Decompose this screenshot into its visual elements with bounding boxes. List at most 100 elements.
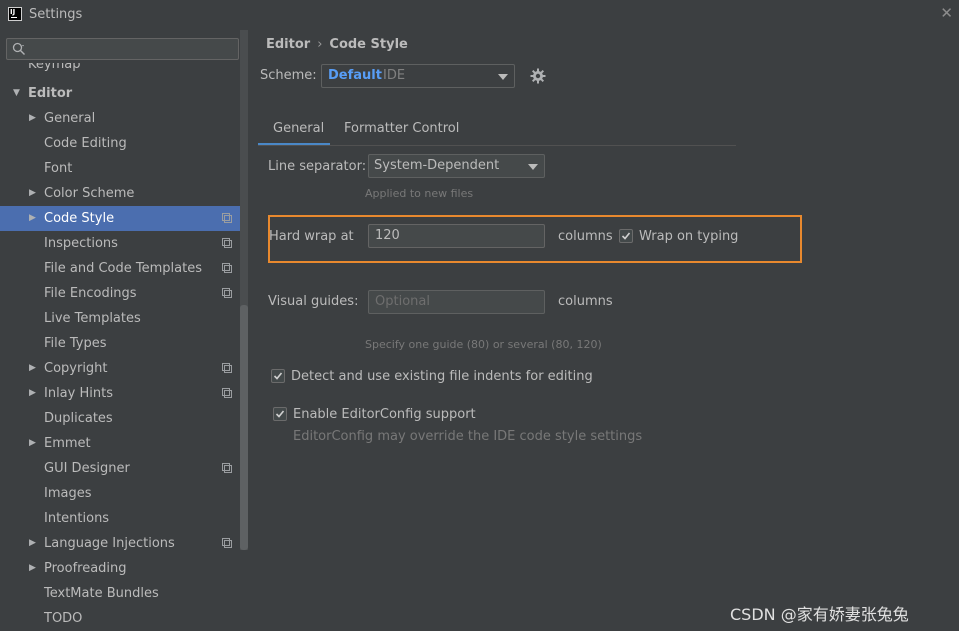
scheme-name: Default [328, 68, 382, 83]
line-separator-dropdown[interactable]: System-Dependent [368, 154, 545, 178]
sidebar-item-general[interactable]: ▶ General [0, 106, 240, 131]
wrap-on-typing-label[interactable]: Wrap on typing [639, 229, 738, 244]
sidebar-item-label: TextMate Bundles [44, 586, 159, 601]
checkmark-icon [621, 232, 631, 240]
expand-arrow-icon[interactable]: ▶ [29, 206, 36, 231]
sidebar-item-gui-designer[interactable]: GUI Designer [0, 456, 240, 481]
sidebar-item-label: Emmet [44, 436, 91, 451]
line-separator-label: Line separator: [268, 159, 367, 174]
visual-guides-input[interactable]: Optional [368, 290, 545, 314]
line-separator-hint: Applied to new files [365, 187, 474, 200]
sidebar-item-label: General [44, 111, 96, 126]
project-scope-icon [222, 363, 232, 373]
sidebar-item-textmate-bundles[interactable]: TextMate Bundles [0, 581, 240, 606]
gear-icon[interactable] [529, 67, 547, 85]
sidebar-item-duplicates[interactable]: Duplicates [0, 406, 240, 431]
sidebar-item-font[interactable]: Font [0, 156, 240, 181]
visual-guides-label: Visual guides: [268, 294, 359, 309]
checkmark-icon [275, 410, 285, 418]
sidebar-item-code-style[interactable]: ▶ Code Style [0, 206, 240, 231]
visual-guides-placeholder: Optional [375, 294, 430, 309]
sidebar-item-label: Intentions [44, 511, 110, 526]
editorconfig-label[interactable]: Enable EditorConfig support [293, 407, 476, 422]
sidebar-item-todo[interactable]: TODO [0, 606, 240, 631]
sidebar-item-keymap[interactable]: Keymap [28, 63, 148, 71]
settings-sidebar: Keymap ▼ Editor ▶ General Code Editing Font ▶ C… [0, 30, 248, 631]
editorconfig-hint: EditorConfig may override the IDE code s… [293, 429, 643, 444]
sidebar-item-label: File Encodings [44, 286, 137, 301]
breadcrumb: Editor › Code Style [266, 37, 408, 52]
checkmark-icon [273, 372, 283, 380]
sidebar-item-file-encodings[interactable]: File Encodings [0, 281, 240, 306]
close-icon[interactable]: ✕ [940, 4, 953, 22]
expand-arrow-icon[interactable]: ▶ [29, 556, 36, 581]
sidebar-item-file-types[interactable]: File Types [0, 331, 240, 356]
project-scope-icon [222, 213, 232, 223]
sidebar-item-label: Live Templates [44, 311, 141, 326]
scheme-dropdown[interactable]: Default IDE [321, 64, 515, 88]
sidebar-item-inlay-hints[interactable]: ▶ Inlay Hints [0, 381, 240, 406]
sidebar-item-label: GUI Designer [44, 461, 130, 476]
detect-indents-checkbox[interactable] [271, 369, 285, 383]
project-scope-icon [222, 388, 232, 398]
search-input[interactable] [6, 38, 239, 60]
breadcrumb-separator: › [317, 37, 323, 52]
project-scope-icon [222, 238, 232, 248]
expand-arrow-icon[interactable]: ▶ [29, 356, 36, 381]
scheme-label: Scheme: [260, 68, 317, 83]
sidebar-item-copyright[interactable]: ▶ Copyright [0, 356, 240, 381]
window-title: Settings [29, 7, 83, 22]
expand-arrow-icon[interactable]: ▶ [29, 181, 36, 206]
sidebar-item-label: TODO [44, 611, 83, 626]
sidebar-scroll-thumb[interactable] [240, 305, 248, 550]
sidebar-item-label: Proofreading [44, 561, 127, 576]
expand-arrow-icon[interactable]: ▶ [29, 431, 36, 456]
title-bar: IJ Settings ✕ [0, 0, 959, 30]
sidebar-item-emmet[interactable]: ▶ Emmet [0, 431, 240, 456]
scheme-scope: IDE [383, 68, 406, 83]
sidebar-item-label: Color Scheme [44, 186, 135, 201]
wrap-on-typing-checkbox[interactable] [619, 229, 633, 243]
sidebar-item-label: Code Editing [44, 136, 127, 151]
breadcrumb-parent[interactable]: Editor [266, 37, 310, 52]
project-scope-icon [222, 538, 232, 548]
sidebar-item-intentions[interactable]: Intentions [0, 506, 240, 531]
expand-arrow-icon[interactable]: ▶ [29, 531, 36, 556]
expand-arrow-icon[interactable]: ▼ [13, 81, 20, 106]
sidebar-item-label: Copyright [44, 361, 108, 376]
watermark: CSDN @家有娇妻张兔兔 [730, 605, 909, 624]
sidebar-item-label: Inspections [44, 236, 118, 251]
sidebar-item-images[interactable]: Images [0, 481, 240, 506]
project-scope-icon [222, 263, 232, 273]
line-separator-value: System-Dependent [374, 158, 500, 173]
tab-general[interactable]: General [258, 115, 330, 146]
breadcrumb-current: Code Style [329, 37, 408, 52]
expand-arrow-icon[interactable]: ▶ [29, 106, 36, 131]
sidebar-item-language-injections[interactable]: ▶ Language Injections [0, 531, 240, 556]
sidebar-section-editor[interactable]: ▼ Editor [0, 81, 240, 106]
visual-guides-hint: Specify one guide (80) or several (80, 1… [365, 338, 602, 351]
hard-wrap-value: 120 [375, 228, 400, 243]
sidebar-item-file-and-code-templates[interactable]: File and Code Templates [0, 256, 240, 281]
expand-arrow-icon[interactable]: ▶ [29, 381, 36, 406]
sidebar-item-color-scheme[interactable]: ▶ Color Scheme [0, 181, 240, 206]
editorconfig-checkbox[interactable] [273, 407, 287, 421]
sidebar-item-label: Font [44, 161, 73, 176]
sidebar-item-inspections[interactable]: Inspections [0, 231, 240, 256]
tab-formatter-control[interactable]: Formatter Control [344, 121, 459, 136]
sidebar-item-label: Duplicates [44, 411, 113, 426]
project-scope-icon [222, 288, 232, 298]
detect-indents-label[interactable]: Detect and use existing file indents for… [291, 369, 593, 384]
project-scope-icon [222, 463, 232, 473]
hard-wrap-input[interactable]: 120 [368, 224, 545, 248]
visual-guides-columns-label: columns [558, 294, 613, 309]
sidebar-item-proofreading[interactable]: ▶ Proofreading [0, 556, 240, 581]
chevron-down-icon [498, 74, 508, 80]
chevron-down-icon [528, 164, 538, 170]
sidebar-item-label: Code Style [44, 211, 115, 226]
sidebar-item-live-templates[interactable]: Live Templates [0, 306, 240, 331]
sidebar-item-label: Images [44, 486, 92, 501]
sidebar-item-label: Inlay Hints [44, 386, 113, 401]
tab-general-label: General [273, 121, 325, 136]
sidebar-item-code-editing[interactable]: Code Editing [0, 131, 240, 156]
